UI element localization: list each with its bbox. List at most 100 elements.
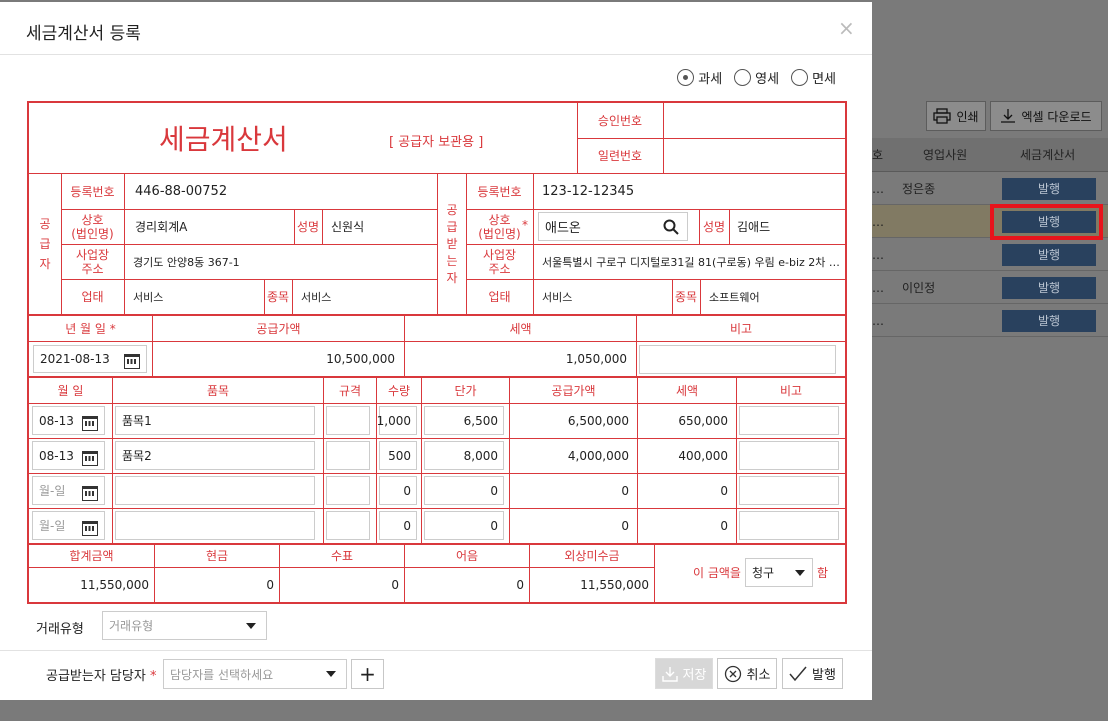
total-amount: 11,550,000 (80, 578, 149, 592)
item-note-input[interactable] (739, 406, 839, 435)
item-spec-input[interactable] (326, 476, 370, 505)
item-name-input[interactable] (115, 476, 315, 505)
item-qty-input[interactable]: 0 (379, 476, 417, 505)
item-date-input[interactable]: 08-13 (32, 441, 105, 470)
buyer-manager-label: 공급받는자 담당자 * (46, 669, 157, 684)
supplier-business-label: 업태 (81, 289, 104, 304)
print-button[interactable]: 인쇄 (926, 101, 986, 131)
tax-invoice-modal: 세금계산서 등록 × 과세 영세 면세 세금계산서 [ 공급자 보관용 ] 승인… (0, 2, 872, 700)
item-supply: 4,000,000 (567, 448, 629, 463)
caret-down-icon (795, 569, 805, 576)
item-note-input[interactable] (739, 441, 839, 470)
item-price-input[interactable]: 0 (424, 511, 504, 540)
trade-type-select[interactable]: 거래유형 (102, 611, 267, 640)
item-supply: 6,500,000 (567, 413, 629, 428)
check-icon (789, 666, 807, 681)
item-tax: 0 (720, 518, 728, 533)
approval-number-label: 승인번호 (597, 113, 643, 128)
amount-suffix: 함 (817, 566, 829, 580)
supplier-item: 서비스 (301, 290, 332, 304)
cancel-button[interactable]: 취소 (717, 658, 777, 689)
excel-download-button[interactable]: 엑셀 다운로드 (990, 101, 1102, 131)
radio-taxable[interactable]: 과세 (677, 68, 722, 87)
issue-submit-button[interactable]: 발행 (782, 658, 843, 689)
buyer-name-label: 성명 (702, 219, 726, 234)
radio-zero-rated[interactable]: 영세 (734, 68, 779, 87)
amount-mode-select[interactable]: 청구 (745, 558, 813, 587)
radio-exempt[interactable]: 면세 (791, 68, 836, 87)
buyer-item: 소프트웨어 (709, 290, 760, 304)
close-icon[interactable]: × (838, 16, 855, 40)
save-button[interactable]: 저장 (655, 658, 713, 689)
add-manager-button[interactable]: + (351, 659, 384, 689)
calendar-icon[interactable] (82, 414, 98, 431)
col-supply-header: 공급가액 (551, 383, 596, 398)
col-item-header: 품목 (206, 383, 230, 398)
issue-button[interactable]: 발행 (1002, 277, 1096, 299)
item-price-input[interactable]: 6,500 (424, 406, 504, 435)
radio-icon (734, 69, 752, 86)
item-spec-input[interactable] (326, 511, 370, 540)
credit-amount: 11,550,000 (580, 578, 649, 592)
supplier-reg-no-label: 등록번호 (70, 184, 115, 199)
col-price-header: 단가 (454, 383, 477, 398)
buyer-reg-no: 123-12-12345 (542, 184, 635, 199)
issue-button[interactable]: 발행 (1002, 244, 1096, 266)
supplier-side-label: 공급자 (39, 217, 51, 271)
item-date-input[interactable]: 월-일 (32, 511, 105, 540)
note-label: 비고 (729, 321, 753, 336)
radio-selected-icon (677, 69, 695, 86)
supplier-name-label: 성명 (296, 219, 320, 234)
buyer-name: 김애드 (737, 220, 771, 234)
supply-amount: 10,500,000 (326, 352, 395, 366)
item-note-input[interactable] (739, 476, 839, 505)
calendar-icon[interactable] (124, 352, 140, 369)
supplier-company-label: 상호 (법인명) (71, 212, 114, 241)
item-price-input[interactable]: 8,000 (424, 441, 504, 470)
highlight-box (990, 204, 1103, 240)
check-amount: 0 (391, 578, 399, 592)
item-price-input[interactable]: 0 (424, 476, 504, 505)
issue-button[interactable]: 발행 (1002, 178, 1096, 200)
item-qty-input[interactable]: 0 (379, 511, 417, 540)
supplier-item-label: 종목 (266, 289, 290, 304)
serial-number-label: 일련번호 (597, 148, 643, 163)
item-name-input[interactable]: 품목2 (115, 441, 315, 470)
caret-down-icon (326, 671, 336, 677)
cash-label: 현금 (205, 549, 229, 563)
supplier-address-label: 사업장 주소 (75, 247, 110, 276)
item-name-input[interactable] (115, 511, 315, 540)
cash-amount: 0 (266, 578, 274, 592)
note-input[interactable] (639, 345, 836, 374)
supplier-address: 경기도 안양8동 367-1 (133, 255, 240, 269)
buyer-manager-select[interactable]: 담당자를 선택하세요 (163, 659, 347, 689)
modal-title: 세금계산서 등록 (26, 24, 141, 44)
buyer-address: 서울특별시 구로구 디지털로31길 81(구로동) 우림 e-biz 2차 … (542, 255, 840, 269)
footer-divider (0, 650, 872, 651)
check-label: 수표 (330, 549, 354, 563)
search-icon[interactable] (663, 219, 679, 235)
item-name-input[interactable]: 품목1 (115, 406, 315, 435)
item-date-input[interactable]: 월-일 (32, 476, 105, 505)
caret-down-icon (246, 622, 256, 629)
item-spec-input[interactable] (326, 441, 370, 470)
issue-button[interactable]: 발행 (1002, 310, 1096, 332)
buyer-business-label: 업태 (488, 289, 511, 304)
invoice-date-input[interactable]: 2021-08-13 (33, 345, 147, 373)
item-note-input[interactable] (739, 511, 839, 540)
calendar-icon[interactable] (82, 519, 98, 536)
col-spec-header: 규격 (338, 383, 362, 398)
buyer-item-label: 종목 (674, 289, 698, 304)
item-qty-input[interactable]: 1,000 (377, 406, 417, 435)
item-spec-input[interactable] (326, 406, 370, 435)
printer-icon (933, 108, 952, 124)
buyer-side-label: 공급받는자 (446, 202, 458, 285)
item-qty-input[interactable]: 500 (379, 441, 417, 470)
supplier-reg-no: 446-88-00752 (135, 184, 228, 199)
item-date-input[interactable]: 08-13 (32, 406, 105, 435)
calendar-icon[interactable] (82, 449, 98, 466)
buyer-address-label: 사업장 주소 (482, 247, 517, 276)
buyer-company-input[interactable]: 애드온 (538, 212, 688, 241)
calendar-icon[interactable] (82, 484, 98, 501)
buyer-reg-no-label: 등록번호 (477, 184, 522, 199)
